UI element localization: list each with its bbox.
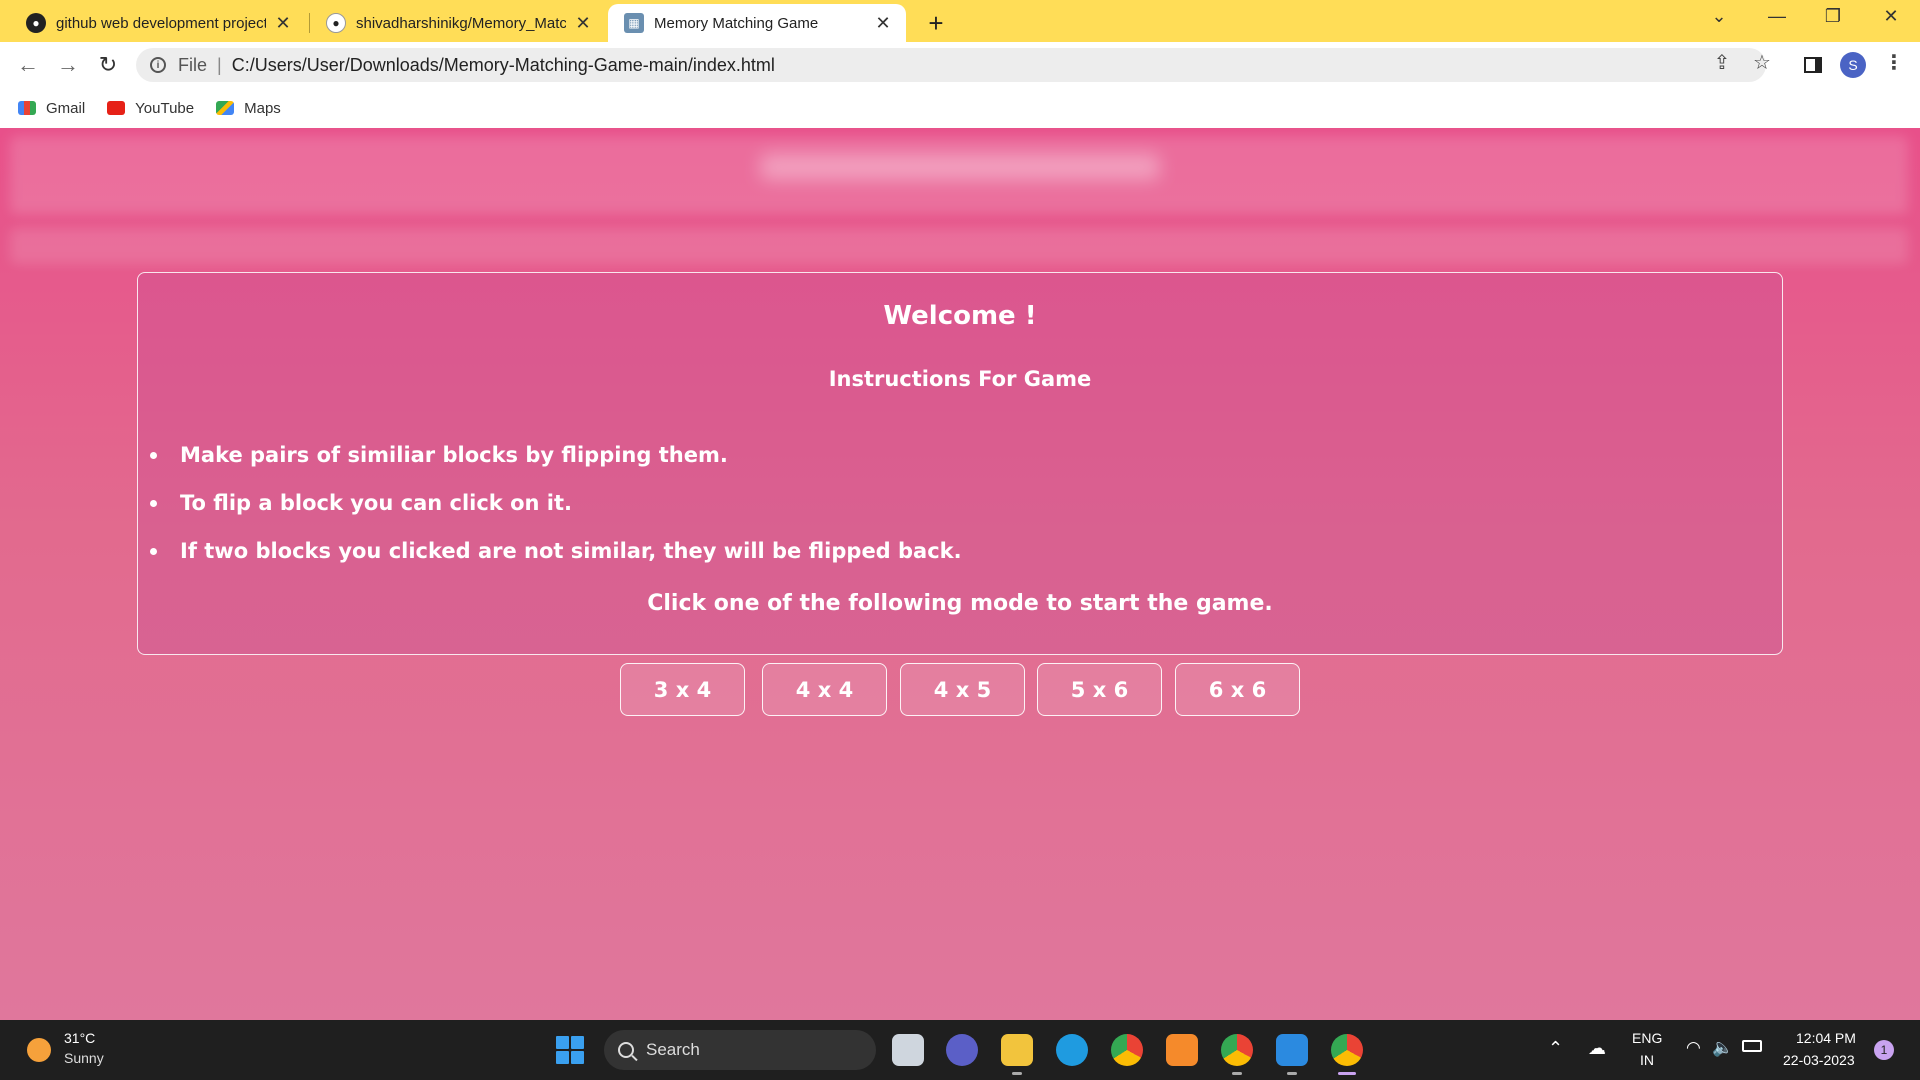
chrome-icon[interactable] bbox=[1111, 1034, 1143, 1066]
instruction-text: If two blocks you clicked are not simila… bbox=[180, 539, 962, 563]
welcome-heading: Welcome ! bbox=[883, 301, 1037, 331]
instructions-heading: Instructions For Game bbox=[828, 367, 1092, 391]
running-indicator bbox=[1287, 1072, 1297, 1075]
active-indicator bbox=[1338, 1072, 1356, 1075]
wifi-icon[interactable]: ◠ bbox=[1686, 1038, 1701, 1058]
onedrive-cloud-icon[interactable]: ☁ bbox=[1588, 1038, 1606, 1059]
list-item: To flip a block you can click on it. bbox=[150, 489, 962, 537]
xampp-icon[interactable] bbox=[1166, 1034, 1198, 1066]
bookmarks-bar: Gmail YouTube Maps bbox=[0, 88, 1920, 128]
url-separator: | bbox=[217, 54, 222, 75]
edge-browser-icon[interactable] bbox=[1056, 1034, 1088, 1066]
search-label: Search bbox=[646, 1040, 700, 1059]
instruction-text: Make pairs of similiar blocks by flippin… bbox=[180, 443, 728, 467]
tab-title: Memory Matching Game bbox=[654, 14, 819, 32]
youtube-icon bbox=[107, 101, 126, 115]
search-icon bbox=[618, 1042, 634, 1058]
bullet bbox=[150, 500, 157, 507]
tab-search-icon[interactable]: ⌄ bbox=[1704, 6, 1734, 27]
teams-chat-icon[interactable] bbox=[946, 1034, 978, 1066]
volume-icon[interactable]: 🔈 bbox=[1712, 1038, 1733, 1058]
weather-description[interactable]: Sunny bbox=[64, 1050, 104, 1066]
profile-avatar[interactable]: S bbox=[1840, 52, 1866, 78]
language-bottom[interactable]: IN bbox=[1640, 1052, 1654, 1068]
language-top[interactable]: ENG bbox=[1632, 1030, 1662, 1046]
tab-github-repo[interactable]: ● shivadharshinikg/Memory_Match ✕ bbox=[310, 4, 606, 42]
tab-title: shivadharshinikg/Memory_Match bbox=[356, 14, 566, 32]
clock-date[interactable]: 22-03-2023 bbox=[1783, 1052, 1855, 1068]
instructions-list: Make pairs of similiar blocks by flippin… bbox=[150, 441, 962, 585]
tab-github-search[interactable]: ● github web development project ✕ bbox=[10, 4, 306, 42]
running-indicator bbox=[1012, 1072, 1022, 1075]
restore-icon[interactable]: ❐ bbox=[1818, 6, 1848, 27]
game-grid-icon: ▦ bbox=[624, 13, 644, 33]
battery-icon[interactable] bbox=[1742, 1040, 1762, 1052]
list-item: Make pairs of similiar blocks by flippin… bbox=[150, 441, 962, 489]
close-tab-icon[interactable]: ✕ bbox=[874, 13, 892, 34]
notification-badge[interactable]: 1 bbox=[1874, 1040, 1894, 1060]
bookmark-label: YouTube bbox=[135, 99, 195, 117]
sun-icon[interactable] bbox=[27, 1038, 51, 1062]
running-indicator bbox=[1232, 1072, 1242, 1075]
share-icon[interactable]: ⇪ bbox=[1708, 50, 1736, 75]
start-prompt: Click one of the following mode to start… bbox=[647, 591, 1273, 616]
welcome-card: Welcome ! Instructions For Game Make pai… bbox=[137, 272, 1783, 655]
gmail-icon bbox=[18, 101, 36, 115]
mode-5x6-button[interactable]: 5 x 6 bbox=[1037, 663, 1162, 716]
site-info-icon[interactable]: i bbox=[150, 57, 166, 73]
mode-4x4-button[interactable]: 4 x 4 bbox=[762, 663, 887, 716]
windows-taskbar: 31°C Sunny Search ⌃ ☁ ENG IN ◠ 🔈 12:04 P… bbox=[0, 1020, 1920, 1080]
blurred-header-title bbox=[760, 154, 1160, 180]
bullet bbox=[150, 548, 157, 555]
game-page: Welcome ! Instructions For Game Make pai… bbox=[0, 128, 1920, 1020]
clock-time[interactable]: 12:04 PM bbox=[1796, 1030, 1856, 1046]
windows-start-icon[interactable] bbox=[556, 1036, 584, 1064]
close-tab-icon[interactable]: ✕ bbox=[574, 13, 592, 34]
bookmark-label: Gmail bbox=[46, 99, 86, 117]
github-icon: ● bbox=[26, 13, 46, 33]
task-view-icon[interactable] bbox=[892, 1034, 924, 1066]
address-bar[interactable]: i File | C:/Users/User/Downloads/Memory-… bbox=[136, 48, 1766, 82]
github-icon: ● bbox=[326, 13, 346, 33]
bullet bbox=[150, 452, 157, 459]
mode-buttons: 3 x 4 4 x 4 4 x 5 5 x 6 6 x 6 bbox=[620, 663, 1320, 717]
mode-3x4-button[interactable]: 3 x 4 bbox=[620, 663, 745, 716]
chrome-active-icon[interactable] bbox=[1331, 1034, 1363, 1066]
new-tab-button[interactable]: + bbox=[922, 8, 950, 39]
maps-icon bbox=[216, 101, 235, 115]
bookmark-star-icon[interactable]: ☆ bbox=[1748, 50, 1776, 75]
blurred-score-bar bbox=[10, 228, 1908, 264]
close-tab-icon[interactable]: ✕ bbox=[274, 13, 292, 34]
tab-title: github web development project bbox=[56, 14, 266, 32]
chrome-profile-icon[interactable] bbox=[1221, 1034, 1253, 1066]
chevron-up-icon[interactable]: ⌃ bbox=[1548, 1038, 1563, 1059]
url-text: C:/Users/User/Downloads/Memory-Matching-… bbox=[231, 54, 775, 75]
bookmark-label: Maps bbox=[244, 99, 281, 117]
list-item: If two blocks you clicked are not simila… bbox=[150, 537, 962, 585]
mode-4x5-button[interactable]: 4 x 5 bbox=[900, 663, 1025, 716]
browser-tab-strip: ● github web development project ✕ ● shi… bbox=[0, 0, 1920, 42]
mode-6x6-button[interactable]: 6 x 6 bbox=[1175, 663, 1300, 716]
back-icon[interactable]: ← bbox=[14, 51, 42, 79]
bookmark-maps[interactable]: Maps bbox=[216, 100, 281, 117]
menu-kebab-icon[interactable]: ⋮ bbox=[1880, 50, 1908, 75]
tab-memory-game[interactable]: ▦ Memory Matching Game ✕ bbox=[608, 4, 906, 42]
bookmark-youtube[interactable]: YouTube bbox=[107, 100, 194, 117]
instruction-text: To flip a block you can click on it. bbox=[180, 491, 572, 515]
reload-icon[interactable]: ↻ bbox=[94, 51, 122, 79]
close-window-icon[interactable]: ✕ bbox=[1876, 6, 1906, 27]
weather-temperature[interactable]: 31°C bbox=[64, 1030, 95, 1046]
url-scheme: File bbox=[178, 54, 208, 75]
side-panel-icon[interactable] bbox=[1804, 57, 1822, 73]
taskbar-search[interactable]: Search bbox=[604, 1030, 876, 1070]
vscode-icon[interactable] bbox=[1276, 1034, 1308, 1066]
browser-toolbar: ← → ↻ i File | C:/Users/User/Downloads/M… bbox=[0, 42, 1920, 88]
forward-icon[interactable]: → bbox=[54, 51, 82, 79]
file-explorer-icon[interactable] bbox=[1001, 1034, 1033, 1066]
minimize-icon[interactable]: — bbox=[1762, 6, 1792, 27]
bookmark-gmail[interactable]: Gmail bbox=[18, 100, 85, 117]
